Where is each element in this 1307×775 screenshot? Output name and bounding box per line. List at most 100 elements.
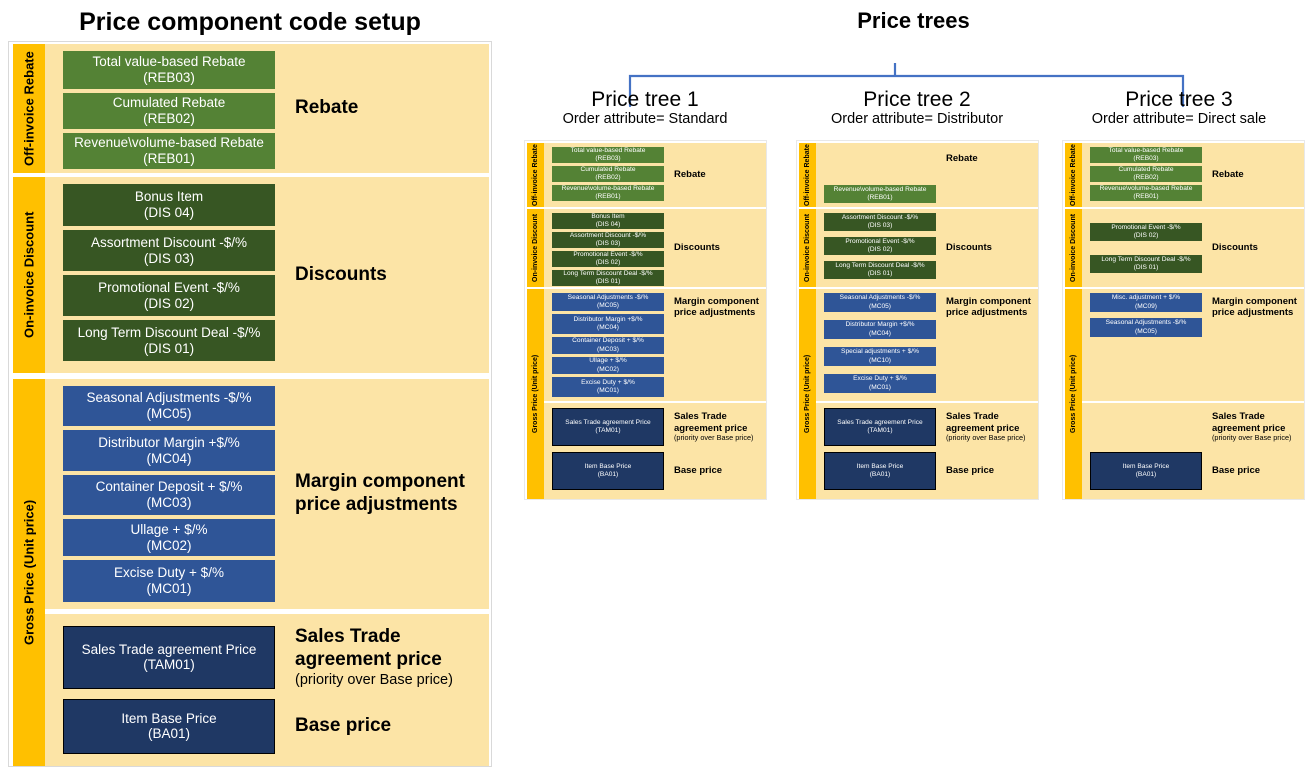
tree-1-box-dis04[interactable]: Bonus Item (DIS 04): [552, 213, 664, 229]
tree-3-box-mc09[interactable]: Misc. adjustment + $/% (MC09): [1090, 293, 1202, 312]
component-name: Promotional Event -$/%: [573, 250, 643, 258]
setup-box-list-margin: Seasonal Adjustments -$/% (MC05) Distrib…: [63, 386, 275, 603]
tree-1-box-reb01[interactable]: Revenue\volume-based Rebate (REB01): [552, 185, 664, 201]
tree-1-caption-rebate: Rebate: [664, 147, 763, 203]
tree-2-box-tam01[interactable]: Sales Trade agreement Price (TAM01): [824, 408, 936, 446]
tree-2-rail-off-invoice-rebate: Off-invoice Rebate: [799, 143, 816, 207]
tree-3-body-margin: Misc. adjustment + $/% (MC09) Seasonal A…: [1082, 289, 1304, 401]
tree-1-box-reb02[interactable]: Cumulated Rebate (REB02): [552, 166, 664, 182]
component-name: Revenue\volume-based Rebate: [561, 184, 655, 192]
tree-3-box-dis02[interactable]: Promotional Event -$/% (DIS 02): [1090, 223, 1202, 241]
tree-3-caption-sales-trade-agreement: Sales Trade agreement price (priority ov…: [1202, 408, 1301, 446]
tree-1-box-mc02[interactable]: Ullage + $/% (MC02): [552, 357, 664, 374]
tree-2-band-margin: Seasonal Adjustments -$/% (MC05) Distrib…: [816, 289, 1038, 401]
tree-3-box-mc05[interactable]: Seasonal Adjustments -$/% (MC05): [1090, 318, 1202, 337]
tree-1-box-mc04[interactable]: Distributor Margin +$/% (MC04): [552, 314, 664, 334]
tree-2-box-dis01[interactable]: Long Term Discount Deal -$/% (DIS 01): [824, 261, 936, 279]
tree-1-caption-discounts: Discounts: [664, 213, 763, 283]
tree-3-box-ba01[interactable]: Item Base Price (BA01): [1090, 452, 1202, 490]
component-code: (TAM01): [867, 427, 893, 434]
tree-1-box-dis03[interactable]: Assortment Discount -$/% (DIS 03): [552, 232, 664, 248]
component-code: (MC04): [146, 450, 192, 466]
component-code: (REB01): [595, 193, 621, 200]
component-box-reb01[interactable]: Revenue\volume-based Rebate (REB01): [63, 132, 275, 169]
caption-text: Base price: [946, 465, 995, 477]
tree-1-box-dis02[interactable]: Promotional Event -$/% (DIS 02): [552, 251, 664, 267]
tree-3-rail-off-invoice-rebate: Off-invoice Rebate: [1065, 143, 1082, 207]
component-name: Revenue\volume-based Rebate: [833, 185, 927, 193]
component-code: (MC05): [146, 406, 192, 422]
component-box-dis03[interactable]: Assortment Discount -$/% (DIS 03): [63, 230, 275, 271]
caption-text: Base price: [295, 715, 392, 737]
component-box-dis04[interactable]: Bonus Item (DIS 04): [63, 184, 275, 226]
tree-1-box-ba01[interactable]: Item Base Price (BA01): [552, 452, 664, 490]
tree-2-box-dis03[interactable]: Assortment Discount -$/% (DIS 03): [824, 213, 936, 231]
component-box-mc02[interactable]: Ullage + $/% (MC02): [63, 519, 275, 557]
tree-1-body-margin: Seasonal Adjustments -$/% (MC05) Distrib…: [544, 289, 766, 401]
tree-1-box-mc05[interactable]: Seasonal Adjustments -$/% (MC05): [552, 293, 664, 311]
component-name: Sales Trade agreement Price: [837, 418, 923, 426]
tree-1-box-tam01[interactable]: Sales Trade agreement Price (TAM01): [552, 408, 664, 446]
component-name: Bonus Item: [134, 189, 204, 205]
component-name: Promotional Event -$/%: [98, 279, 240, 295]
component-name: Seasonal Adjustments -$/%: [86, 390, 252, 406]
page-title-price-trees: Price trees: [857, 8, 970, 33]
tree-3-box-reb02[interactable]: Cumulated Rebate (REB02): [1090, 166, 1202, 182]
tree-3-row-sales-trade-agreement: Sales Trade agreement price (priority ov…: [1090, 408, 1301, 446]
tree-1-band-margin: Seasonal Adjustments -$/% (MC05) Distrib…: [544, 289, 766, 401]
caption-subtext: (priority over Base price): [674, 433, 754, 443]
component-name: Promotional Event -$/%: [1111, 223, 1181, 231]
component-code: (REB01): [867, 194, 893, 201]
tree-3-box-dis01[interactable]: Long Term Discount Deal -$/% (DIS 01): [1090, 255, 1202, 273]
component-box-ba01[interactable]: Item Base Price (BA01): [63, 698, 275, 754]
tree-3-rail-gross-price: Gross Price (Unit price): [1065, 289, 1082, 499]
tree-2-box-dis02[interactable]: Promotional Event -$/% (DIS 02): [824, 237, 936, 255]
tree-2-row-base-price: Item Base Price (BA01) Base price: [824, 452, 1035, 490]
tree-1-boxes-rebate: Total value-based Rebate (REB03) Cumulat…: [552, 147, 664, 203]
caption-subtext: (priority over Base price): [946, 433, 1026, 443]
component-name: Container Deposit + $/%: [95, 479, 243, 495]
component-name: Assortment Discount -$/%: [841, 213, 919, 221]
setup-rail-gross-price: Gross Price (Unit price): [13, 379, 45, 766]
component-box-dis01[interactable]: Long Term Discount Deal -$/% (DIS 01): [63, 320, 275, 361]
tree-1-box-dis01[interactable]: Long Term Discount Deal -$/% (DIS 01): [552, 270, 664, 286]
tree-3-band-prices: Sales Trade agreement price (priority ov…: [1082, 403, 1304, 499]
component-name: Distributor Margin +$/%: [573, 315, 643, 323]
tree-1-row-base-price: Item Base Price (BA01) Base price: [552, 452, 763, 490]
tree-2-box-ba01[interactable]: Item Base Price (BA01): [824, 452, 936, 490]
tree-3-boxes-discounts: Promotional Event -$/% (DIS 02) Long Ter…: [1090, 213, 1202, 283]
tree-2-box-mc05[interactable]: Seasonal Adjustments -$/% (MC05): [824, 293, 936, 312]
component-name: Item Base Price: [1122, 462, 1170, 470]
tree-2-body-prices: Sales Trade agreement Price (TAM01) Sale…: [816, 403, 1038, 499]
component-box-dis02[interactable]: Promotional Event -$/% (DIS 02): [63, 275, 275, 316]
tree-1-rail-on-invoice-discount: On-invoice Discount: [527, 209, 544, 287]
tree-2-box-mc10[interactable]: Special adjustments + $/% (MC10): [824, 347, 936, 366]
setup-box-list-discounts: Bonus Item (DIS 04) Assortment Discount …: [63, 184, 275, 366]
price-component-setup-panel: Off-invoice Rebate Total value-based Reb…: [8, 41, 492, 767]
component-box-mc01[interactable]: Excise Duty + $/% (MC01): [63, 560, 275, 603]
tree-2-box-reb01[interactable]: Revenue\volume-based Rebate (REB01): [824, 185, 936, 203]
component-box-mc05[interactable]: Seasonal Adjustments -$/% (MC05): [63, 386, 275, 427]
component-code: (DIS 01): [595, 278, 621, 285]
tree-2-rail-on-invoice-discount: On-invoice Discount: [799, 209, 816, 287]
tree-1-box-reb03[interactable]: Total value-based Rebate (REB03): [552, 147, 664, 163]
caption-text: Discounts: [295, 263, 387, 285]
tree-1-box-mc01[interactable]: Excise Duty + $/% (MC01): [552, 377, 664, 397]
component-box-mc04[interactable]: Distributor Margin +$/% (MC04): [63, 430, 275, 472]
tree-1-band-prices: Sales Trade agreement Price (TAM01) Sale…: [544, 403, 766, 499]
component-name: Sales Trade agreement Price: [565, 418, 651, 426]
setup-caption-base-price: Base price: [275, 699, 483, 754]
tree-3-box-reb03[interactable]: Total value-based Rebate (REB03): [1090, 147, 1202, 163]
component-box-tam01[interactable]: Sales Trade agreement Price (TAM01): [63, 626, 275, 689]
setup-caption-rebate: Rebate: [275, 51, 483, 166]
tree-2-box-mc04[interactable]: Distributor Margin +$/% (MC04): [824, 320, 936, 339]
component-box-reb03[interactable]: Total value-based Rebate (REB03): [63, 51, 275, 89]
tree-1-boxes-discounts: Bonus Item (DIS 04) Assortment Discount …: [552, 213, 664, 286]
tree-2-body-margin: Seasonal Adjustments -$/% (MC05) Distrib…: [816, 289, 1038, 401]
component-box-reb02[interactable]: Cumulated Rebate (REB02): [63, 92, 275, 129]
tree-1-box-mc03[interactable]: Container Deposit + $/% (MC03): [552, 337, 664, 354]
component-code: (BA01): [147, 726, 191, 742]
component-box-mc03[interactable]: Container Deposit + $/% (MC03): [63, 475, 275, 516]
tree-2-box-mc01[interactable]: Excise Duty + $/% (MC01): [824, 374, 936, 393]
tree-3-box-reb01[interactable]: Revenue\volume-based Rebate (REB01): [1090, 185, 1202, 201]
